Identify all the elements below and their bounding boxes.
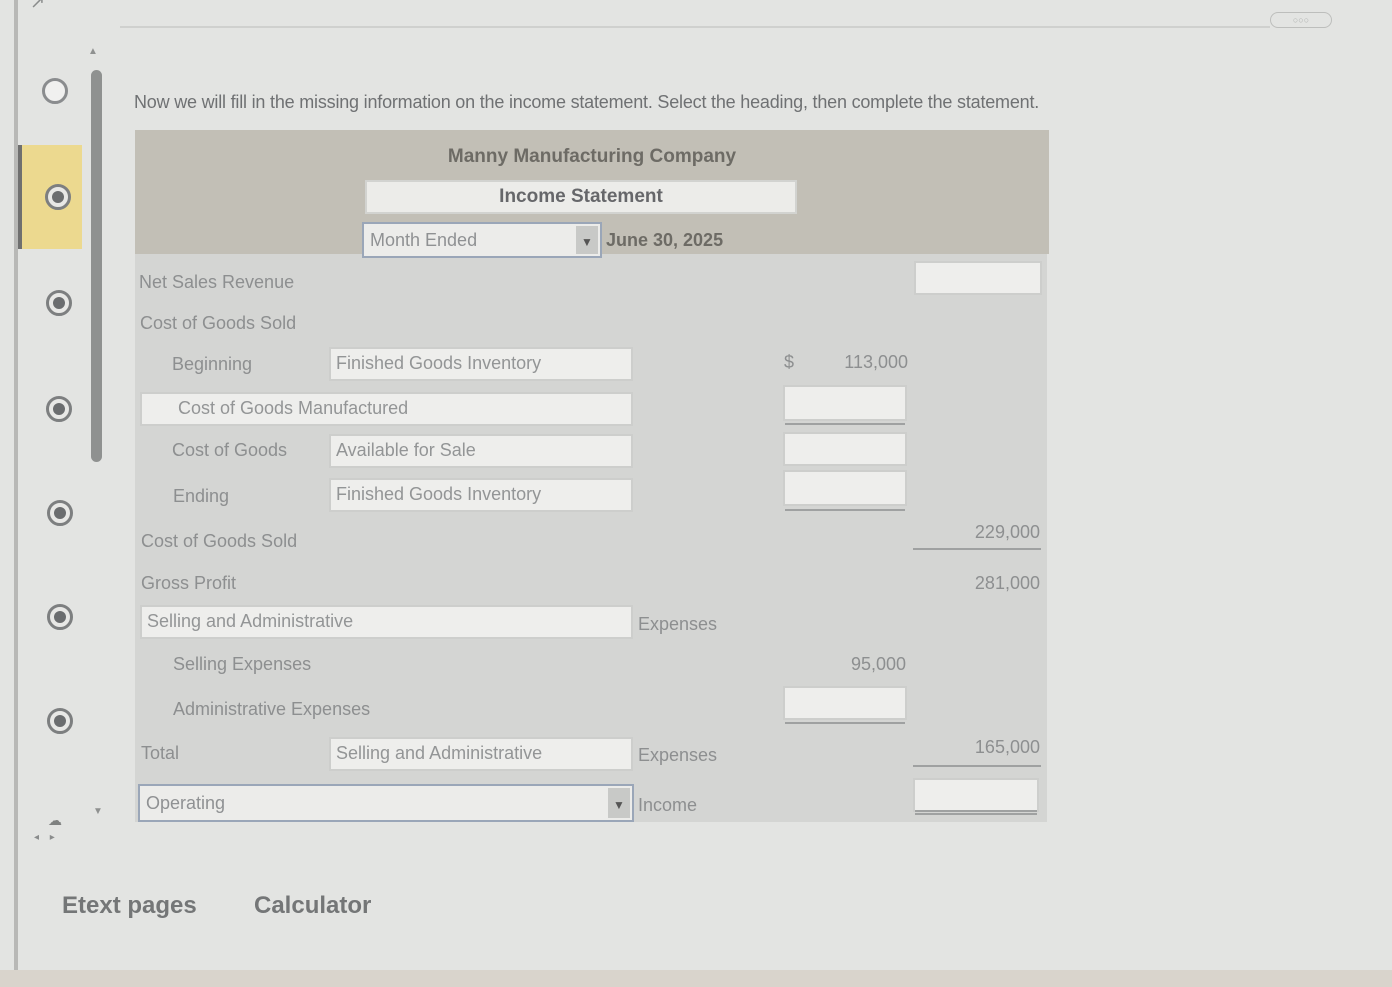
corner-mark: ↗ (30, 0, 46, 12)
ending-input[interactable] (783, 470, 907, 506)
net-sales-input[interactable] (914, 261, 1042, 295)
admin-expenses-label: Administrative Expenses (173, 699, 371, 719)
ending-underline (785, 509, 905, 511)
beginning-label: Beginning (172, 354, 253, 374)
calculator-link[interactable]: Calculator (254, 892, 371, 920)
cogs-total-underline (913, 548, 1041, 550)
cogs-header-label: Cost of Goods Sold (140, 313, 297, 333)
step-pager[interactable]: ◂ ▸ (34, 832, 59, 843)
period-select-value: Month Ended (370, 230, 478, 250)
selling-expenses-value: 95,000 (850, 654, 906, 674)
cogm-input[interactable] (783, 385, 907, 421)
top-right-control[interactable]: ○○○ (1270, 12, 1332, 28)
total-expenses-value: 165,000 (974, 737, 1040, 757)
selling-expenses-label: Selling Expenses (173, 654, 312, 674)
total-label: Total (141, 743, 180, 763)
total-expenses-suffix: Expenses (638, 745, 718, 765)
scroll-down-arrow-icon[interactable]: ▼ (93, 806, 103, 817)
etext-pages-link[interactable]: Etext pages (62, 892, 197, 920)
scroll-up-arrow-icon[interactable]: ▲ (88, 46, 98, 57)
step-radio-3[interactable] (46, 290, 72, 316)
gross-profit-label: Gross Profit (141, 573, 237, 593)
total-underline (913, 765, 1041, 767)
top-divider (120, 26, 1270, 28)
operating-select-value: Operating (146, 793, 226, 813)
statement-date: June 30, 2025 (606, 230, 724, 250)
dropdown-arrow-icon[interactable]: ▼ (608, 788, 630, 818)
cogafs-label: Cost of Goods (172, 440, 288, 460)
step-radio-2[interactable] (45, 184, 71, 210)
period-select[interactable]: Month Ended ▼ (362, 222, 602, 258)
admin-underline (785, 722, 905, 724)
cogs-total-value: 229,000 (974, 522, 1040, 542)
beginning-value: 113,000 (844, 352, 908, 372)
operating-income-input[interactable] (913, 778, 1039, 812)
cogs-total-label: Cost of Goods Sold (141, 531, 298, 551)
statement-title-field[interactable]: Income Statement (365, 180, 797, 214)
operating-income-suffix: Income (638, 795, 698, 815)
admin-expenses-input[interactable] (783, 686, 907, 720)
scrollbar-thumb[interactable] (91, 70, 102, 462)
sga-header-field[interactable]: Selling and Administrative (140, 605, 633, 639)
dollar-sign: $ (784, 352, 795, 372)
ending-account-field[interactable]: Finished Goods Inventory (329, 478, 633, 512)
gross-profit-value: 281,000 (974, 573, 1040, 593)
cogafs-field[interactable]: Available for Sale (329, 434, 633, 468)
dropdown-arrow-icon[interactable]: ▼ (576, 226, 598, 254)
step-radio-7[interactable] (47, 708, 73, 734)
net-sales-label: Net Sales Revenue (139, 272, 295, 292)
sga-expenses-suffix: Expenses (638, 614, 718, 634)
step-radio-1[interactable] (42, 78, 68, 104)
cloud-icon[interactable]: ☁ (48, 812, 76, 830)
cogm-field[interactable]: Cost of Goods Manufactured (140, 392, 633, 426)
instruction-text: Now we will fill in the missing informat… (134, 92, 1040, 112)
cogafs-input[interactable] (783, 432, 907, 466)
beginning-account-field[interactable]: Finished Goods Inventory (329, 347, 633, 381)
operating-select[interactable]: Operating ▼ (138, 784, 634, 822)
selected-step-bar (18, 145, 22, 249)
step-radio-6[interactable] (47, 604, 73, 630)
operating-double-underline (915, 810, 1037, 815)
company-name: Manny Manufacturing Company (447, 146, 737, 167)
total-sga-field[interactable]: Selling and Administrative (329, 737, 633, 771)
ending-label: Ending (173, 486, 230, 506)
step-radio-5[interactable] (47, 500, 73, 526)
step-radio-4[interactable] (46, 396, 72, 422)
cogm-underline (785, 423, 905, 425)
bottom-strip (0, 970, 1392, 987)
